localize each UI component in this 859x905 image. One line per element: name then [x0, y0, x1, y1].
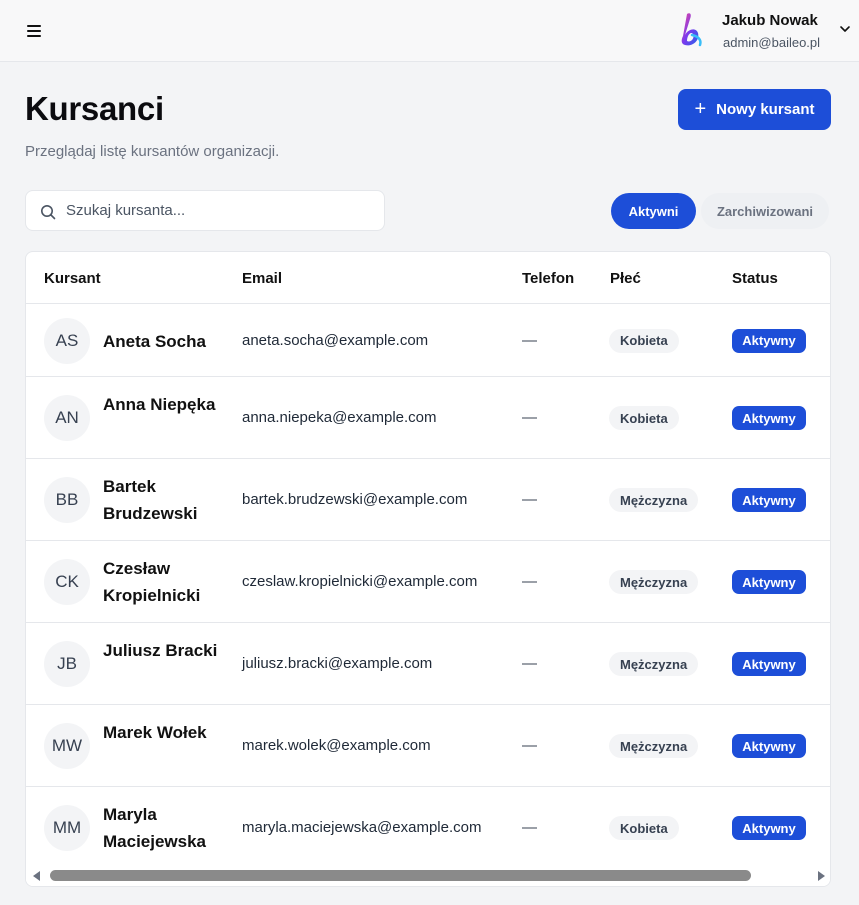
status-tabs: Aktywni Zarchiwizowani: [609, 191, 831, 231]
page-title: Kursanci: [25, 90, 164, 127]
student-email: aneta.socha@example.com: [242, 331, 429, 349]
status-badge: Aktywny: [732, 328, 806, 353]
status-badge: Aktywny: [732, 816, 806, 840]
avatar: JB: [44, 641, 90, 687]
menu-icon[interactable]: [27, 24, 43, 37]
student-email: maryla.maciejewska@example.com: [242, 819, 482, 836]
student-email: marek.wolek@example.com: [242, 737, 431, 754]
student-phone: —: [522, 655, 537, 672]
student-name[interactable]: Aneta Socha: [103, 328, 223, 355]
add-student-button[interactable]: + Nowy kursant: [678, 89, 831, 130]
student-phone: —: [522, 573, 537, 590]
table-header: Kursant Email Telefon Płeć Status: [26, 252, 830, 304]
tab-archived[interactable]: Zarchiwizowani: [701, 193, 829, 229]
student-phone: —: [522, 491, 537, 508]
table-row[interactable]: AN Anna Niepęka anna.niepeka@example.com — K…: [26, 377, 830, 459]
add-student-label: Nowy kursant: [716, 101, 815, 118]
user-email: admin@baileo.pl: [723, 35, 821, 50]
student-email: anna.niepeka@example.com: [242, 409, 437, 426]
scroll-left-icon[interactable]: [32, 871, 42, 881]
scroll-right-icon[interactable]: [816, 871, 826, 881]
plus-icon: +: [694, 97, 707, 120]
gender-badge: Kobieta: [609, 816, 679, 840]
status-badge: Aktywny: [732, 570, 806, 594]
table-row[interactable]: CK Czesław Kropielnicki czeslaw.kropielnic…: [26, 541, 830, 623]
tab-active[interactable]: Aktywni: [611, 193, 696, 229]
gender-badge: Kobieta: [609, 406, 679, 430]
page-subtitle: Przeglądaj listę kursantów organizacji.: [25, 143, 280, 160]
column-header-student[interactable]: Kursant: [44, 270, 101, 287]
table-row[interactable]: MM Maryla Maciejewska maryla.maciejewska@e…: [26, 787, 830, 869]
user-name: Jakub Nowak: [722, 12, 818, 29]
search-icon: [41, 205, 56, 220]
student-name[interactable]: Bartek Brudzewski: [103, 473, 223, 527]
chevron-down-icon[interactable]: [838, 22, 852, 36]
column-header-phone[interactable]: Telefon: [522, 270, 574, 287]
avatar: MM: [44, 805, 90, 851]
student-email: czeslaw.kropielnicki@example.com: [242, 573, 478, 590]
column-header-gender[interactable]: Płeć: [610, 270, 641, 287]
status-badge: Aktywny: [732, 406, 806, 430]
student-email: bartek.brudzewski@example.com: [242, 491, 468, 508]
student-email: juliusz.bracki@example.com: [242, 655, 433, 672]
gender-badge: Mężczyzna: [609, 570, 699, 594]
status-badge: Aktywny: [732, 734, 806, 758]
student-name[interactable]: Marek Wołek: [103, 719, 223, 746]
student-name[interactable]: Czesław Kropielnicki: [103, 555, 223, 609]
gender-badge: Mężczyzna: [609, 734, 699, 758]
gender-badge: Kobieta: [609, 328, 679, 353]
student-phone: —: [522, 331, 537, 349]
gender-badge: Mężczyzna: [609, 488, 699, 512]
table-row[interactable]: MW Marek Wołek marek.wolek@example.com — Męż…: [26, 705, 830, 787]
students-table: Kursant Email Telefon Płeć Status AS Anet…: [25, 251, 831, 887]
baileo-logo: [681, 13, 702, 47]
avatar: MW: [44, 723, 90, 769]
search-box: [25, 190, 385, 231]
status-badge: Aktywny: [732, 488, 806, 512]
column-header-email[interactable]: Email: [242, 270, 282, 287]
avatar: BB: [44, 477, 90, 523]
search-input[interactable]: [66, 191, 376, 230]
avatar: CK: [44, 559, 90, 605]
avatar: AS: [44, 317, 90, 364]
horizontal-scrollbar[interactable]: [26, 864, 830, 886]
scrollbar-thumb[interactable]: [50, 870, 751, 881]
table-row[interactable]: JB Juliusz Bracki juliusz.bracki@example.c…: [26, 623, 830, 705]
top-bar: Jakub Nowak admin@baileo.pl: [0, 0, 859, 62]
student-phone: —: [522, 409, 537, 426]
table-row[interactable]: BB Bartek Brudzewski bartek.brudzewski@exa…: [26, 459, 830, 541]
column-header-status[interactable]: Status: [732, 270, 778, 287]
table-row[interactable]: AS Aneta Socha aneta.socha@example.com — Kob…: [26, 304, 830, 377]
student-name[interactable]: Anna Niepęka: [103, 391, 223, 418]
avatar: AN: [44, 395, 90, 441]
student-phone: —: [522, 737, 537, 754]
gender-badge: Mężczyzna: [609, 652, 699, 676]
status-badge: Aktywny: [732, 652, 806, 676]
student-name[interactable]: Juliusz Bracki: [103, 637, 223, 664]
student-name[interactable]: Maryla Maciejewska: [103, 801, 223, 855]
student-phone: —: [522, 819, 537, 836]
